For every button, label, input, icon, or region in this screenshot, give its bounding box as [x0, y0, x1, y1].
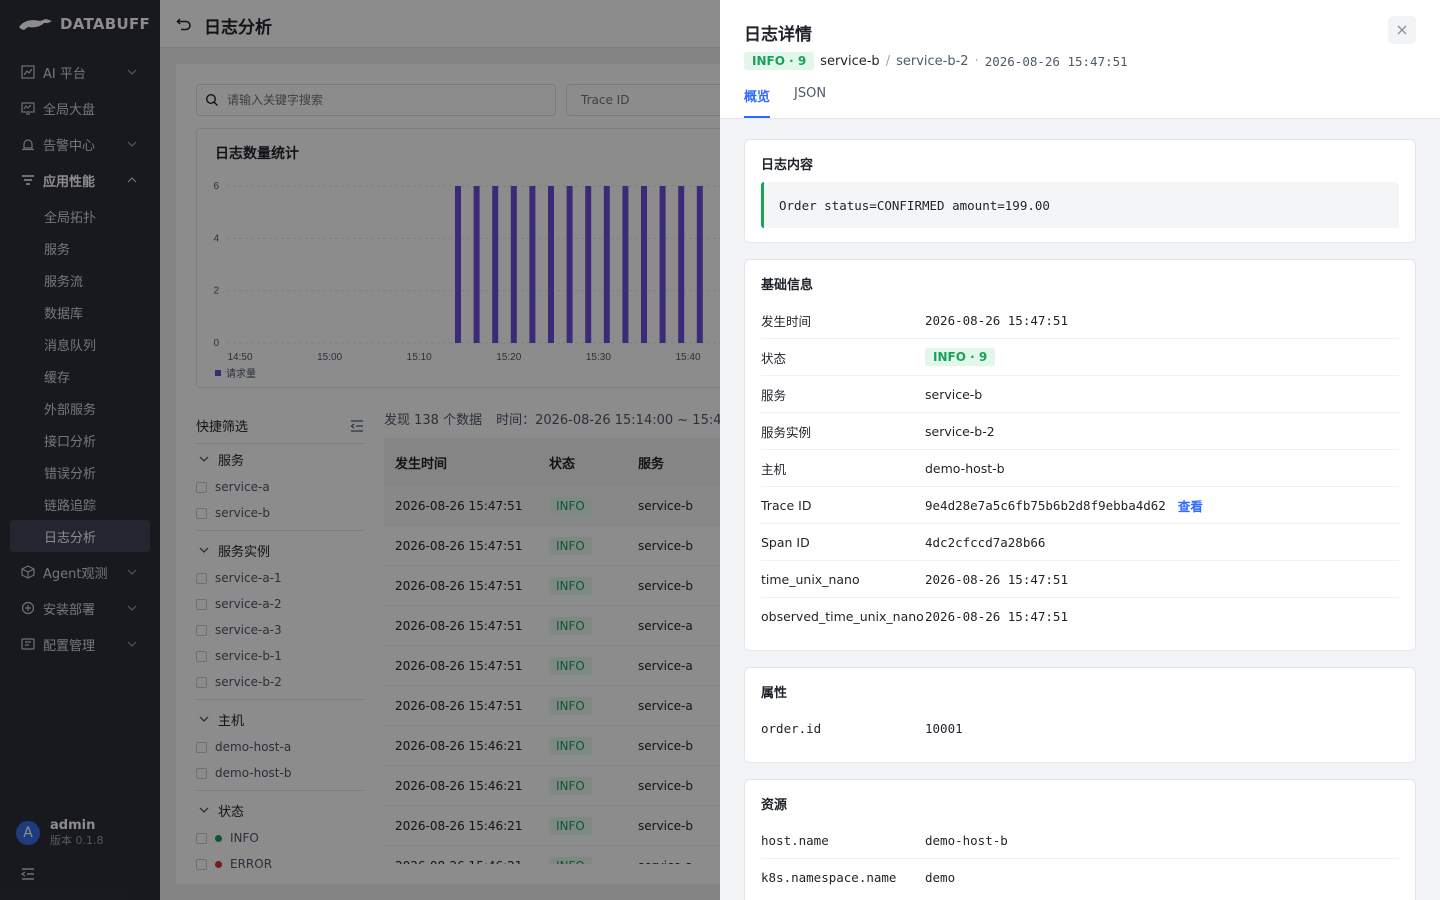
basic-info-card: 基础信息 发生时间 2026-08-26 15:47:51 状态 INFO · 9 服务… — [744, 259, 1416, 651]
detail-key: 主机 — [761, 461, 787, 477]
detail-key: order.id — [761, 721, 822, 736]
card-title: 资源 — [761, 798, 788, 813]
detail-key: 状态 — [761, 350, 787, 366]
detail-key: host.name — [761, 832, 829, 848]
drawer-header: 日志详情 INFO · 9 service-b / service-b-2 · … — [720, 0, 1440, 119]
meta-service: service-b — [820, 53, 880, 69]
detail-value-badge: INFO · 9 — [925, 348, 996, 366]
drawer-title: 日志详情 — [744, 25, 812, 45]
detail-row: 发生时间 2026-08-26 15:47:51 — [761, 302, 1399, 339]
view-trace-link[interactable]: 查看 — [1178, 496, 1203, 515]
close-icon — [1397, 25, 1407, 35]
card-title: 日志内容 — [761, 158, 814, 173]
detail-row: k8s.namespace.name demo — [761, 859, 1399, 896]
detail-key: observed_time_unix_nano — [761, 609, 924, 624]
meta-instance: service-b-2 — [896, 53, 969, 69]
card-title: 属性 — [761, 686, 788, 701]
detail-row: 状态 INFO · 9 — [761, 339, 1399, 376]
detail-row: host.name demo-host-b — [761, 822, 1399, 859]
detail-value: demo-host-b — [925, 832, 1008, 848]
attributes-card: 属性 order.id 10001 — [744, 667, 1416, 763]
detail-value: 2026-08-26 15:47:51 — [925, 609, 1068, 624]
detail-value: demo-host-b — [925, 460, 1005, 476]
meta-separator: / — [885, 53, 891, 69]
drawer-tabs: 概览 JSON — [744, 86, 826, 118]
tab-json[interactable]: JSON — [794, 86, 826, 118]
detail-key: time_unix_nano — [761, 571, 860, 587]
meta-timestamp: 2026-08-26 15:47:51 — [984, 53, 1128, 69]
log-meta: INFO · 9 service-b / service-b-2 · 2026-… — [744, 52, 1128, 70]
detail-row: Trace ID 9e4d28e7a5c6fb75b6b2d8f9ebba4d62… — [761, 487, 1399, 524]
detail-value: service-b-2 — [925, 423, 995, 439]
detail-row: 主机 demo-host-b — [761, 450, 1399, 487]
detail-row: 服务实例 service-b-2 — [761, 413, 1399, 450]
detail-key: k8s.namespace.name — [761, 870, 897, 885]
resources-card: 资源 host.name demo-host-b k8s.namespace.nam… — [744, 779, 1416, 900]
detail-row: 服务 service-b — [761, 376, 1399, 413]
detail-key: 服务实例 — [761, 424, 812, 440]
meta-dot: · — [974, 53, 979, 69]
detail-key: Trace ID — [761, 497, 812, 513]
detail-value: 4dc2cfccd7a28b66 — [925, 534, 1046, 550]
modal-overlay[interactable] — [0, 0, 720, 900]
detail-row: observed_time_unix_nano 2026-08-26 15:47:… — [761, 598, 1399, 635]
detail-value: 10001 — [925, 721, 963, 736]
close-button[interactable] — [1388, 16, 1416, 44]
detail-row: time_unix_nano 2026-08-26 15:47:51 — [761, 561, 1399, 598]
detail-value: 2026-08-26 15:47:51 — [925, 571, 1068, 587]
detail-value: service-b — [925, 386, 983, 402]
detail-value: 9e4d28e7a5c6fb75b6b2d8f9ebba4d62 — [925, 497, 1166, 513]
log-message: Order status=CONFIRMED amount=199.00 — [761, 182, 1399, 228]
card-title: 基础信息 — [761, 278, 814, 293]
detail-value: 2026-08-26 15:47:51 — [925, 312, 1068, 328]
detail-key: Span ID — [761, 534, 810, 550]
detail-key: 服务 — [761, 387, 787, 403]
detail-value: demo — [925, 870, 956, 885]
log-detail-drawer: 日志详情 INFO · 9 service-b / service-b-2 · … — [720, 0, 1440, 900]
detail-row: Span ID 4dc2cfccd7a28b66 — [761, 524, 1399, 561]
detail-row: order.id 10001 — [761, 710, 1399, 747]
tab-overview[interactable]: 概览 — [744, 86, 771, 118]
log-content-card: 日志内容 Order status=CONFIRMED amount=199.0… — [744, 139, 1416, 243]
level-badge: INFO · 9 — [744, 52, 815, 70]
detail-key: 发生时间 — [761, 313, 812, 329]
